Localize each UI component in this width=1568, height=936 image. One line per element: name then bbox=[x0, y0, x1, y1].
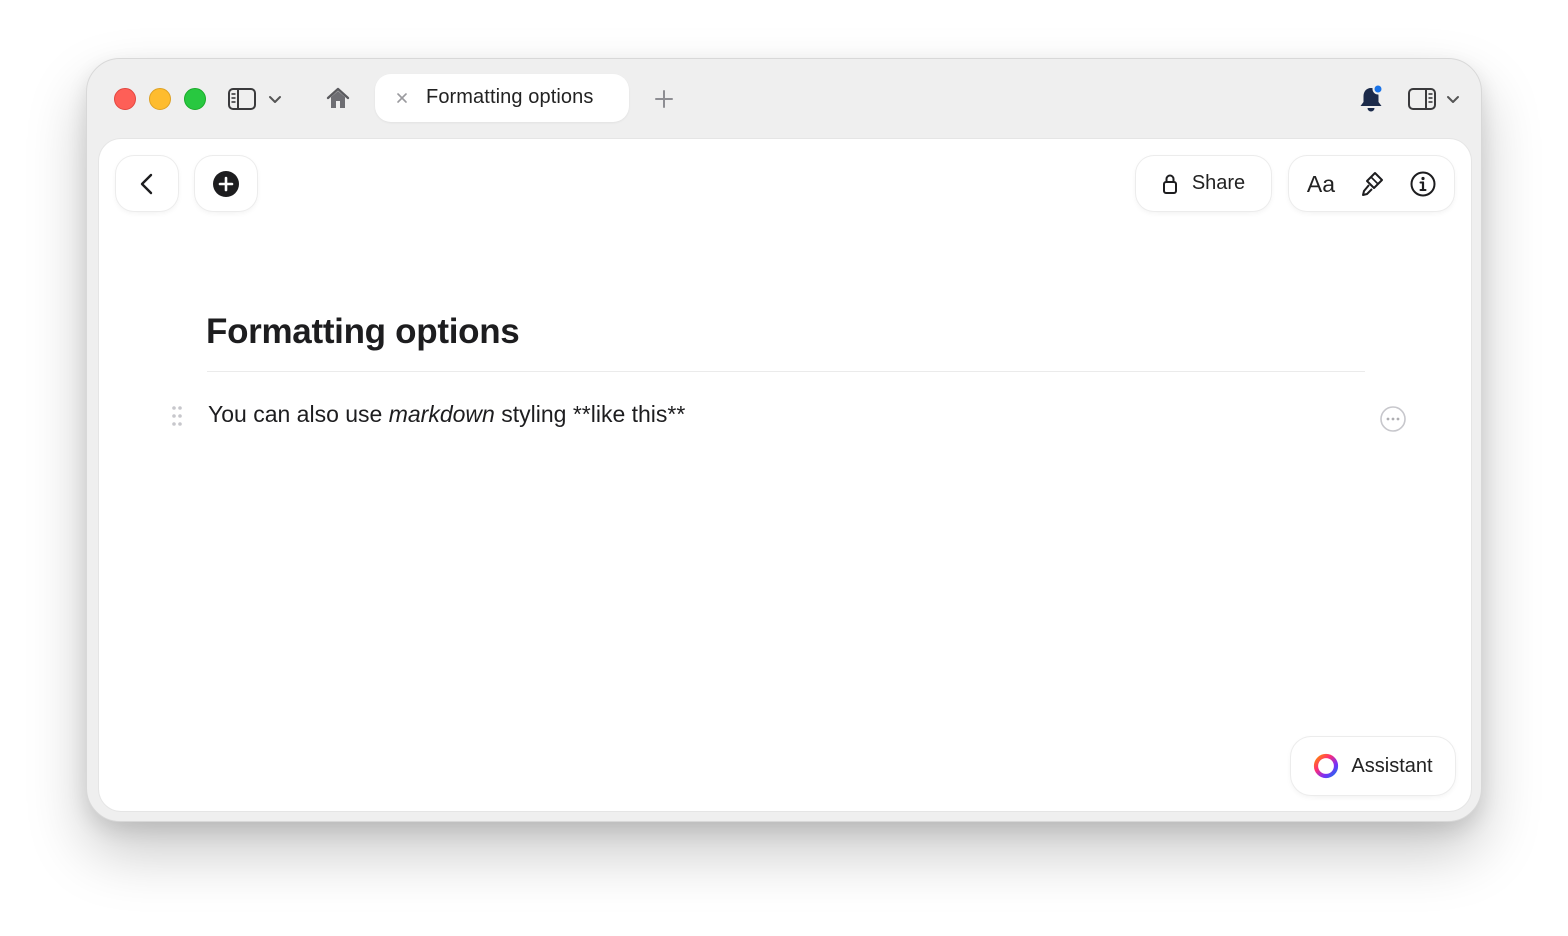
sidebar-toggle-icon[interactable] bbox=[227, 87, 257, 111]
brush-icon[interactable] bbox=[1359, 169, 1387, 199]
document-pane: Share Aa Formatting options You can also… bbox=[99, 139, 1471, 811]
chevron-left-icon bbox=[140, 173, 153, 194]
more-icon[interactable] bbox=[1379, 405, 1407, 433]
panel-toggle-icon[interactable] bbox=[1407, 87, 1437, 111]
back-button[interactable] bbox=[116, 156, 178, 211]
share-button[interactable]: Share bbox=[1136, 156, 1271, 211]
assistant-label: Assistant bbox=[1351, 754, 1433, 777]
format-toolbar: Aa bbox=[1289, 156, 1454, 211]
close-window-button[interactable] bbox=[114, 88, 136, 110]
lock-icon bbox=[1162, 174, 1177, 194]
plus-circle-icon bbox=[213, 170, 239, 197]
bell-icon[interactable] bbox=[1357, 83, 1385, 115]
minimize-window-button[interactable] bbox=[149, 88, 171, 110]
tab-title: Formatting options bbox=[426, 86, 594, 108]
maximize-window-button[interactable] bbox=[184, 88, 206, 110]
title-bar: Formatting options bbox=[87, 59, 1481, 139]
home-icon[interactable] bbox=[324, 85, 352, 113]
share-label: Share bbox=[1191, 172, 1246, 194]
chevron-down-icon[interactable] bbox=[267, 89, 283, 109]
paragraph-italic-text: markdown bbox=[388, 401, 495, 427]
paragraph-text-end: styling **like this** bbox=[494, 401, 686, 427]
plus-icon[interactable] bbox=[652, 87, 676, 111]
assistant-button[interactable]: Assistant bbox=[1291, 737, 1455, 795]
close-icon[interactable] bbox=[395, 91, 409, 105]
font-settings-button[interactable]: Aa bbox=[1305, 169, 1337, 199]
page-title[interactable]: Formatting options bbox=[206, 312, 520, 352]
add-button[interactable] bbox=[195, 156, 257, 211]
assistant-ring-icon bbox=[1314, 753, 1339, 779]
title-divider bbox=[207, 371, 1365, 372]
tab-formatting-options[interactable]: Formatting options bbox=[375, 74, 629, 122]
info-icon[interactable] bbox=[1409, 169, 1437, 199]
drag-handle-icon[interactable] bbox=[169, 404, 185, 428]
paragraph-text: You can also use bbox=[208, 401, 389, 427]
app-window: Formatting options Share Aa Formatting o… bbox=[86, 58, 1482, 822]
paragraph-block[interactable]: You can also use markdown styling **like… bbox=[208, 401, 685, 428]
chevron-down-icon[interactable] bbox=[1445, 89, 1461, 109]
